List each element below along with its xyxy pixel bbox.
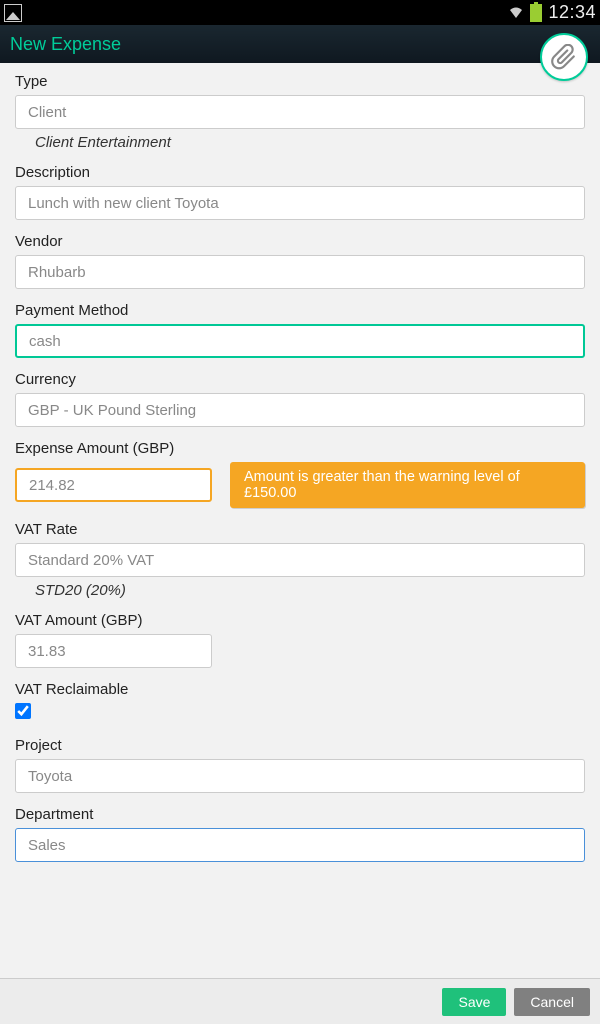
currency-field[interactable] (15, 393, 585, 427)
cancel-button[interactable]: Cancel (514, 988, 590, 1016)
type-label: Type (15, 73, 585, 90)
save-button[interactable]: Save (442, 988, 506, 1016)
project-field[interactable] (15, 759, 585, 793)
vat-reclaimable-checkbox[interactable] (15, 703, 31, 719)
description-field[interactable] (15, 186, 585, 220)
status-bar: 12:34 (0, 0, 600, 25)
footer-bar: Save Cancel (0, 978, 600, 1024)
clock: 12:34 (548, 2, 596, 23)
form-area: Type Client Entertainment Description Ve… (0, 63, 600, 978)
description-label: Description (15, 164, 585, 181)
currency-label: Currency (15, 371, 585, 388)
wifi-icon (508, 6, 524, 20)
vat-rate-label: VAT Rate (15, 521, 585, 538)
project-label: Project (15, 737, 585, 754)
attach-button[interactable] (540, 33, 588, 81)
warning-badge: Amount is greater than the warning level… (230, 462, 585, 508)
vat-rate-field[interactable] (15, 543, 585, 577)
paperclip-icon (551, 44, 577, 70)
payment-method-field[interactable] (15, 324, 585, 358)
vendor-field[interactable] (15, 255, 585, 289)
battery-icon (530, 4, 542, 22)
expense-amount-label: Expense Amount (GBP) (15, 440, 585, 457)
vat-rate-hint: STD20 (20%) (15, 577, 585, 599)
department-field[interactable] (15, 828, 585, 862)
vat-amount-label: VAT Amount (GBP) (15, 612, 585, 629)
vat-amount-field[interactable] (15, 634, 212, 668)
vendor-label: Vendor (15, 233, 585, 250)
expense-amount-field[interactable] (15, 468, 212, 502)
page-title: New Expense (10, 34, 121, 55)
type-field[interactable] (15, 95, 585, 129)
picture-icon (4, 4, 22, 22)
department-label: Department (15, 806, 585, 823)
payment-method-label: Payment Method (15, 302, 585, 319)
vat-reclaimable-label: VAT Reclaimable (15, 681, 585, 698)
type-hint: Client Entertainment (15, 129, 585, 151)
title-bar: New Expense (0, 25, 600, 63)
